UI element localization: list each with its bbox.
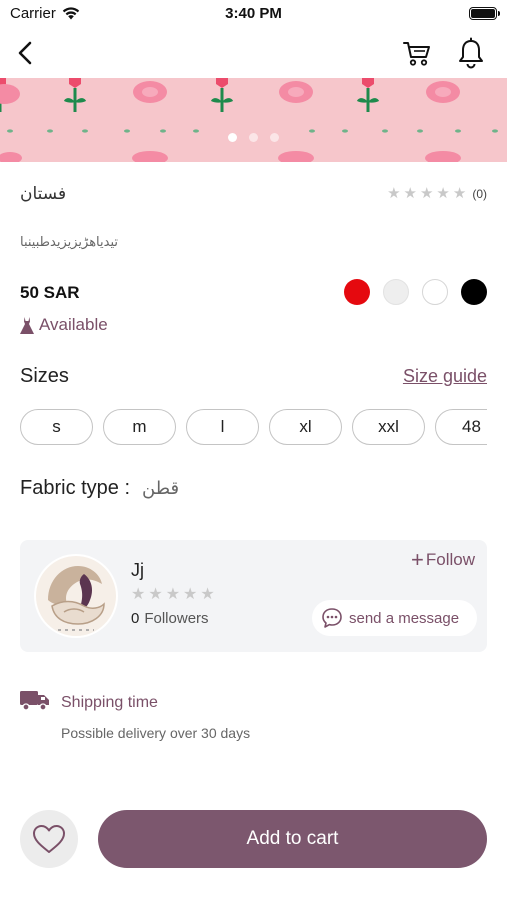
star-icon: ★	[387, 185, 401, 202]
size-chip[interactable]: l	[186, 409, 259, 445]
bell-icon[interactable]	[456, 37, 486, 69]
size-chip[interactable]: 48	[435, 409, 487, 445]
carousel-dot[interactable]	[249, 133, 258, 142]
carousel-dot[interactable]	[228, 133, 237, 142]
color-options	[344, 279, 487, 305]
fabric-label: Fabric type :	[20, 477, 131, 499]
seller-rating: ★ ★ ★ ★ ★	[131, 587, 215, 603]
star-icon: ★	[183, 586, 198, 603]
star-icon: ★	[148, 586, 163, 603]
rating-count: (0)	[472, 186, 487, 201]
add-to-cart-button[interactable]: Add to cart	[98, 810, 487, 868]
fabric-value: قطن	[142, 478, 180, 498]
shipping-title: Shipping time	[61, 694, 158, 711]
cart-icon[interactable]	[402, 38, 432, 68]
product-description: تيدياهڑيزيزيدطبينبا	[20, 234, 118, 249]
truck-icon	[20, 691, 49, 711]
followers-count: 0	[131, 610, 140, 627]
availability-label: Available	[39, 315, 108, 334]
star-icon: ★	[165, 586, 181, 603]
product-rating: ★ ★ ★ ★ ★ (0)	[387, 186, 487, 201]
seller-logo-image	[36, 556, 116, 636]
send-message-label: send a message	[349, 609, 460, 627]
nav-bar	[0, 28, 507, 78]
size-chip[interactable]: m	[103, 409, 176, 445]
carousel-dot[interactable]	[270, 133, 279, 142]
seller-card[interactable]: Jj ★ ★ ★ ★ ★ 0 Followers + Follow send a…	[20, 540, 487, 652]
sizes-heading: Sizes	[20, 365, 69, 387]
status-bar: Carrier 3:40 PM	[0, 0, 507, 28]
product-price: 50 SAR	[20, 283, 80, 302]
pink-flower-pattern-image	[0, 78, 498, 162]
send-message-button[interactable]: send a message	[312, 600, 477, 636]
availability-status: Available	[20, 315, 108, 335]
shipping-subtitle: Possible delivery over 30 days	[61, 725, 251, 741]
product-image-carousel[interactable]	[0, 78, 507, 162]
size-guide-link[interactable]: Size guide	[403, 366, 487, 387]
size-chip[interactable]: xl	[269, 409, 342, 445]
size-chip[interactable]: s	[20, 409, 93, 445]
follow-button[interactable]: + Follow	[411, 549, 475, 571]
carousel-page-indicator	[0, 133, 507, 142]
color-swatch-red[interactable]	[344, 279, 370, 305]
follow-label: Follow	[425, 550, 475, 569]
star-icon: ★	[419, 185, 434, 202]
color-swatch-light-gray[interactable]	[383, 279, 409, 305]
plus-icon: +	[411, 547, 424, 572]
star-icon: ★	[403, 185, 417, 202]
chevron-left-icon[interactable]	[12, 38, 40, 68]
star-icon: ★	[452, 185, 467, 202]
seller-followers: 0 Followers	[131, 610, 209, 627]
star-icon: ★	[200, 586, 215, 603]
star-icon: ★	[131, 586, 146, 603]
seller-avatar[interactable]	[34, 554, 118, 638]
chat-bubble-icon	[322, 608, 342, 628]
size-chip[interactable]: xxl	[352, 409, 425, 445]
fabric-type: Fabric type : قطن	[20, 477, 179, 500]
followers-label: Followers	[144, 610, 209, 627]
color-swatch-white[interactable]	[422, 279, 448, 305]
color-swatch-black[interactable]	[461, 279, 487, 305]
heart-icon	[33, 825, 65, 853]
star-icon: ★	[436, 185, 450, 202]
product-title: فستان	[20, 184, 67, 203]
dress-icon	[20, 316, 34, 334]
seller-name[interactable]: Jj	[131, 560, 144, 581]
favorite-button[interactable]	[20, 810, 78, 868]
size-options: s m l xl xxl 48	[20, 409, 487, 447]
battery-icon	[469, 7, 500, 20]
status-time: 3:40 PM	[225, 5, 282, 22]
